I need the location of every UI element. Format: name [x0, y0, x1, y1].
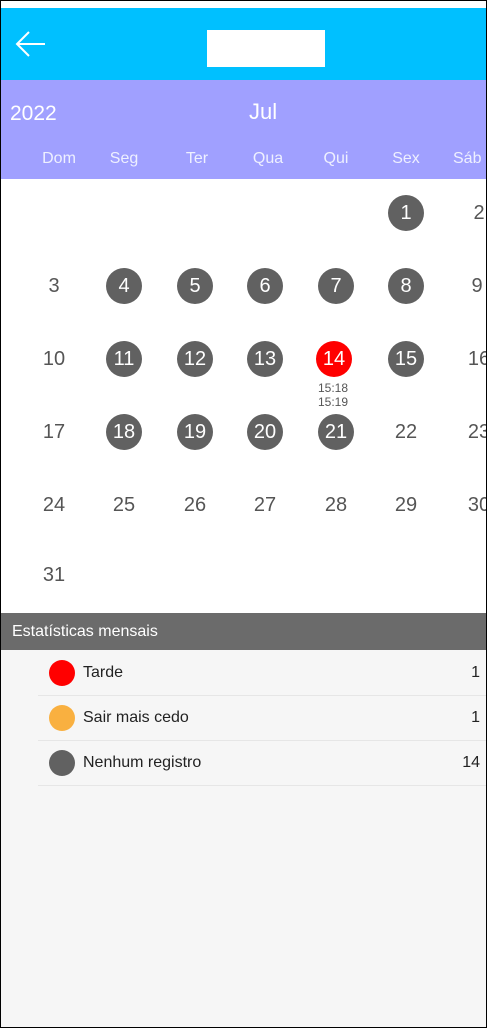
day-8[interactable]: 8	[388, 268, 424, 304]
stat-row-no-record[interactable]: Nenhum registro 14	[38, 741, 486, 786]
day-11[interactable]: 11	[106, 341, 142, 377]
day-28[interactable]: 28	[318, 487, 354, 523]
day-14-today[interactable]: 14	[316, 341, 352, 377]
day-1[interactable]: 1	[388, 195, 424, 231]
day-10[interactable]: 10	[36, 341, 72, 377]
year-label[interactable]: 2022	[10, 102, 57, 126]
calendar-grid: 1 2 3 4 5 6 7 8 9 10 11 12 13 14 15 16 1…	[1, 179, 486, 613]
day-20[interactable]: 20	[247, 414, 283, 450]
day-22[interactable]: 22	[388, 414, 424, 450]
punch-time-in: 15:18	[317, 381, 349, 395]
day-9[interactable]: 9	[459, 268, 486, 304]
day-7[interactable]: 7	[318, 268, 354, 304]
back-button[interactable]	[11, 26, 51, 62]
stat-label: Tarde	[83, 664, 124, 681]
app-screen: 2022 Jul Dom Seg Ter Qua Qui Sex Sáb 1 2…	[0, 0, 487, 1028]
day-12[interactable]: 12	[177, 341, 213, 377]
monthly-stats-title: Estatísticas mensais	[12, 623, 158, 640]
top-app-bar	[1, 8, 486, 80]
weekday-sat: Sáb	[453, 150, 482, 167]
day-13[interactable]: 13	[247, 341, 283, 377]
day-3[interactable]: 3	[36, 268, 72, 304]
day-15[interactable]: 15	[388, 341, 424, 377]
day-4[interactable]: 4	[106, 268, 142, 304]
stat-row-early-leave[interactable]: Sair mais cedo 1	[38, 696, 486, 741]
stat-count: 1	[471, 709, 480, 726]
weekday-tue: Ter	[185, 150, 209, 167]
stat-count: 1	[471, 664, 480, 681]
stat-row-late[interactable]: Tarde 1	[38, 651, 486, 696]
day-29[interactable]: 29	[388, 487, 424, 523]
day-25[interactable]: 25	[106, 487, 142, 523]
day-21[interactable]: 21	[318, 414, 354, 450]
day-19[interactable]: 19	[177, 414, 213, 450]
today-punch-times: 15:18 15:19	[314, 381, 352, 409]
monthly-stats-header: Estatísticas mensais	[1, 613, 486, 650]
day-23[interactable]: 23	[461, 414, 486, 450]
weekday-sun: Dom	[42, 150, 76, 167]
day-6[interactable]: 6	[247, 268, 283, 304]
day-24[interactable]: 24	[36, 487, 72, 523]
month-header: 2022 Jul Dom Seg Ter Qua Qui Sex Sáb	[1, 80, 486, 179]
day-2[interactable]: 2	[461, 195, 486, 231]
day-30[interactable]: 30	[461, 487, 486, 523]
day-27[interactable]: 27	[247, 487, 283, 523]
weekday-thu: Qui	[323, 150, 349, 167]
month-label[interactable]: Jul	[249, 99, 277, 125]
red-dot-icon	[49, 660, 75, 686]
day-18[interactable]: 18	[106, 414, 142, 450]
stat-label: Nenhum registro	[83, 754, 202, 771]
weekday-fri: Sex	[392, 150, 420, 167]
stat-label: Sair mais cedo	[83, 709, 189, 726]
day-31[interactable]: 31	[36, 557, 72, 593]
weekday-mon: Seg	[109, 150, 139, 167]
day-17[interactable]: 17	[36, 414, 72, 450]
monthly-stats-list: Tarde 1 Sair mais cedo 1 Nenhum registro…	[1, 650, 486, 1027]
title-placeholder	[207, 30, 325, 67]
punch-time-out: 15:19	[317, 395, 349, 409]
day-5[interactable]: 5	[177, 268, 213, 304]
stat-count: 14	[462, 754, 480, 771]
day-26[interactable]: 26	[177, 487, 213, 523]
day-16[interactable]: 16	[461, 341, 486, 377]
gray-dot-icon	[49, 750, 75, 776]
arrow-left-icon	[15, 31, 45, 57]
orange-dot-icon	[49, 705, 75, 731]
weekday-wed: Qua	[252, 150, 284, 167]
